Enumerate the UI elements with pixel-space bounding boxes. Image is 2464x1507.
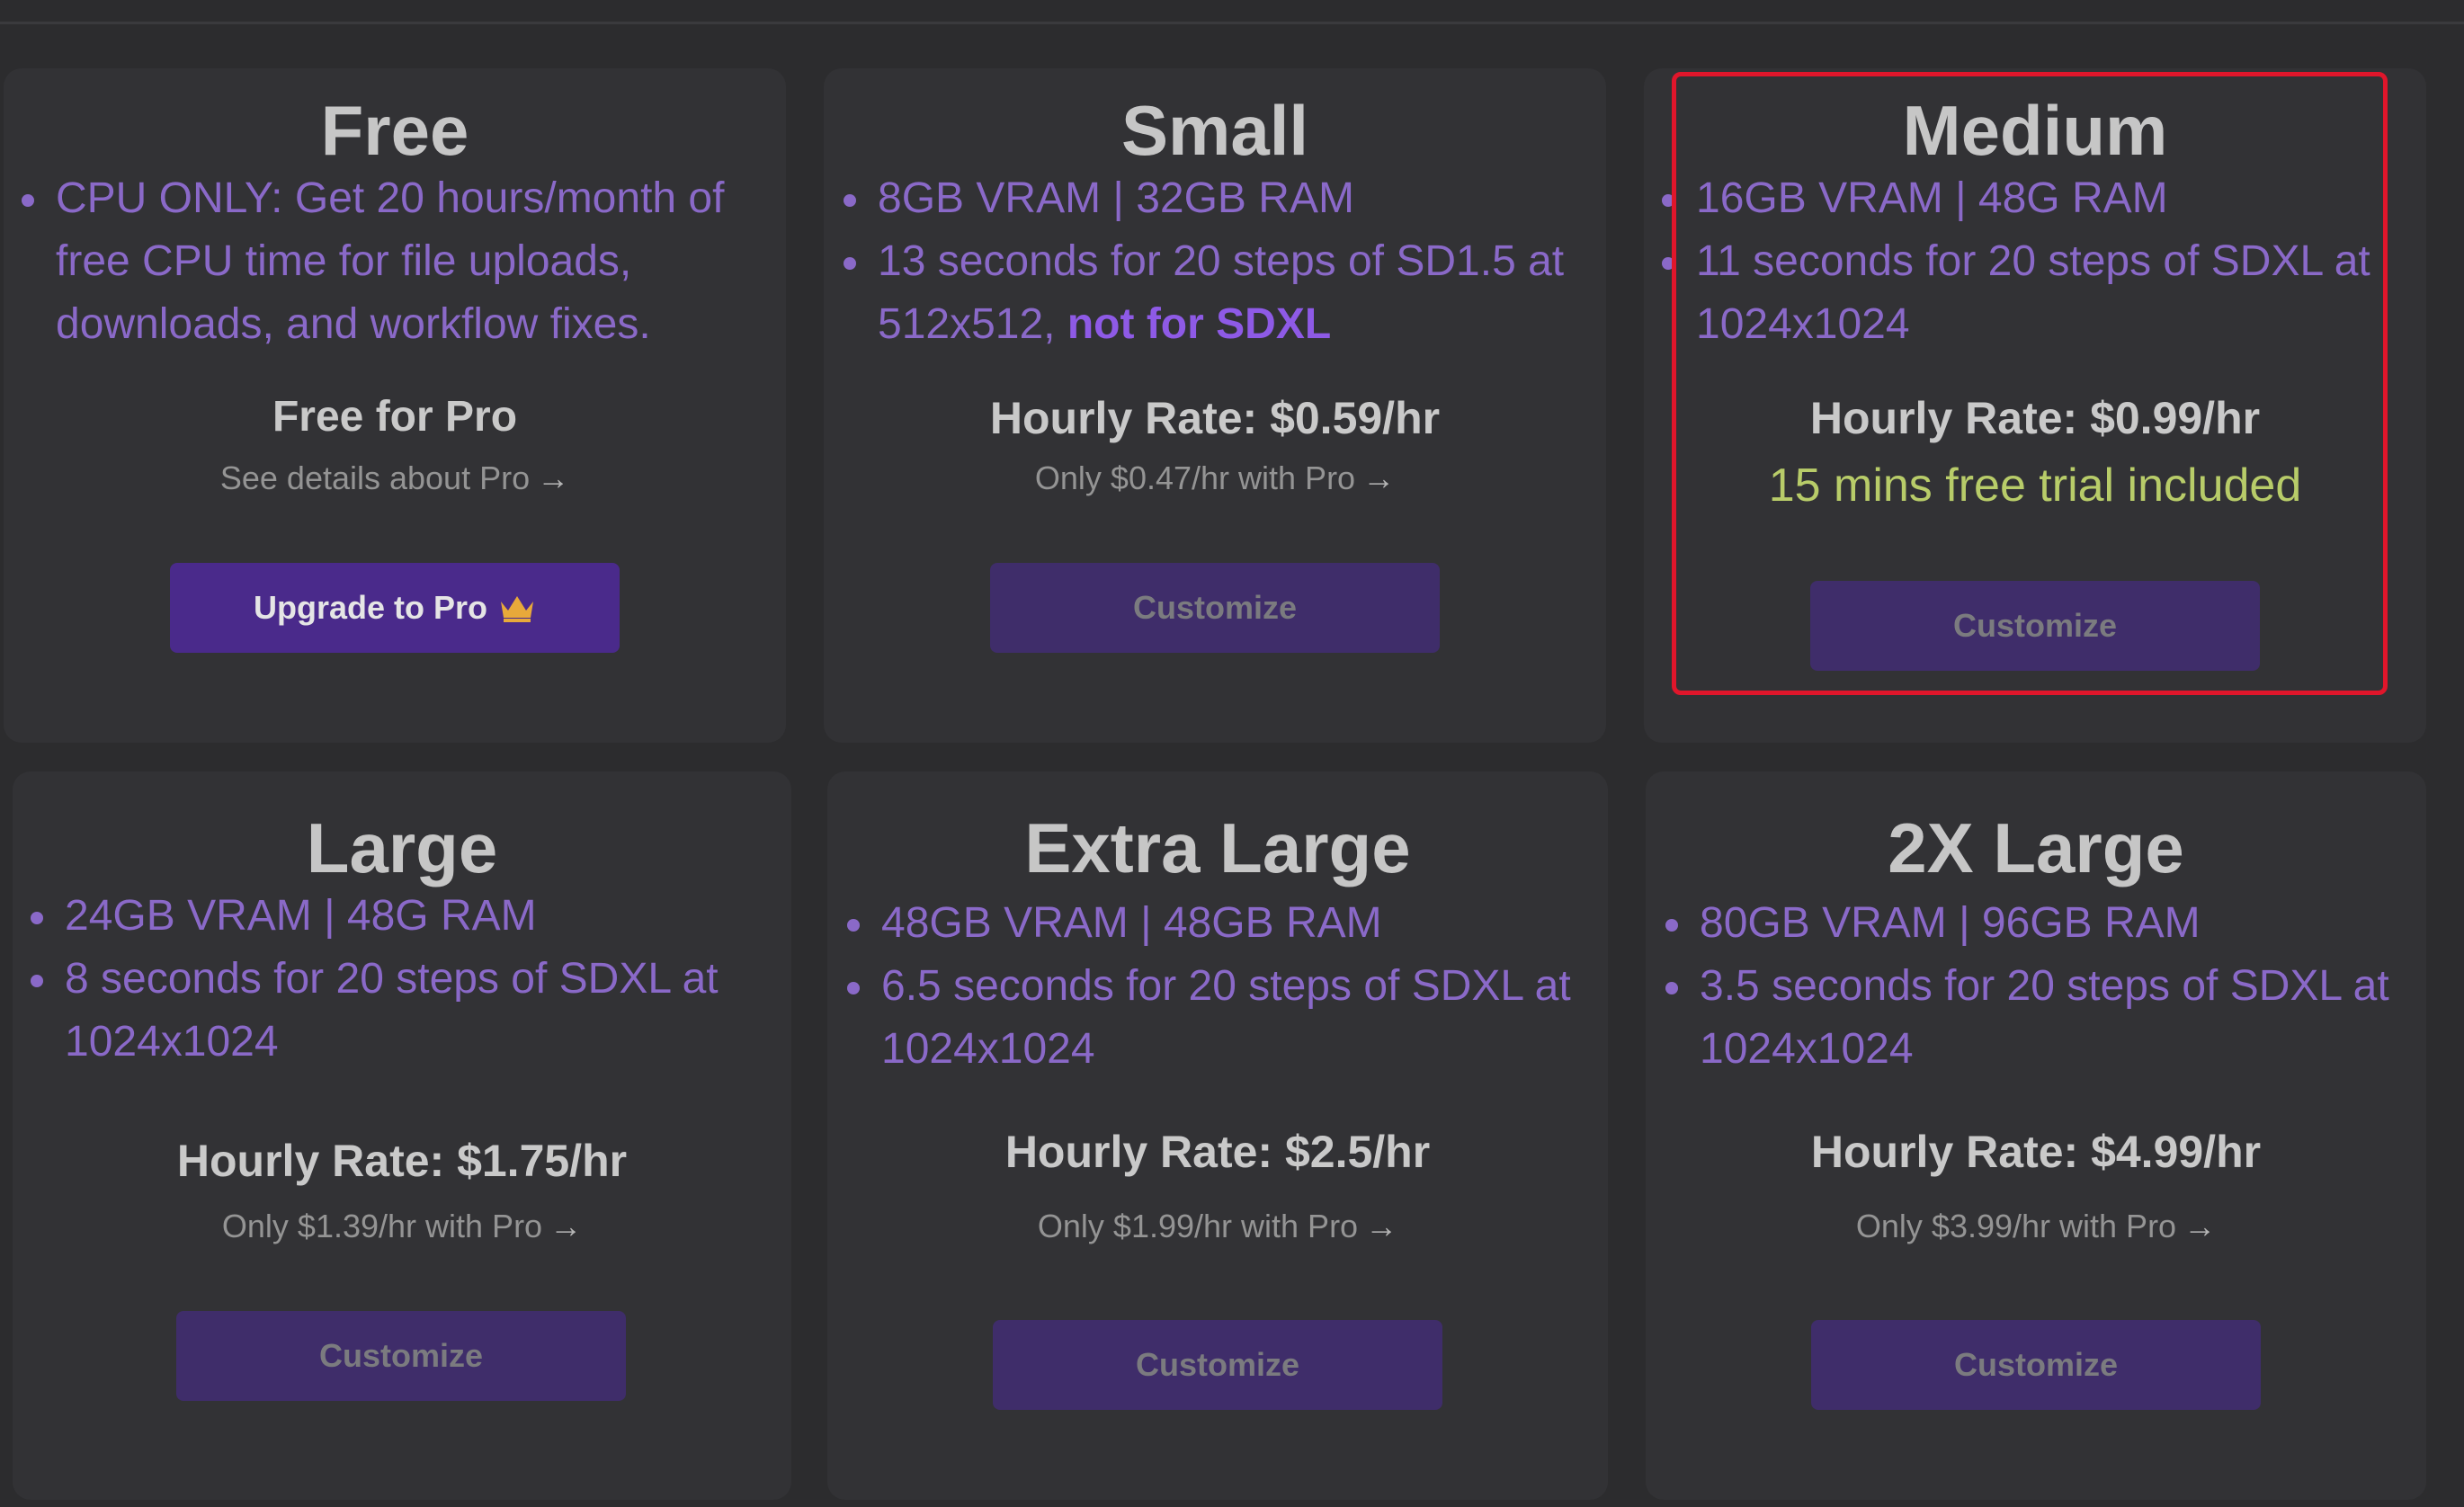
plan-features: 24GB VRAM | 48G RAM 8 seconds for 20 ste… xyxy=(31,885,786,1074)
customize-button[interactable]: Customize xyxy=(993,1320,1442,1410)
selection-highlight xyxy=(1672,72,2388,695)
pro-price-link[interactable]: Only $1.99/hr with Pro → xyxy=(827,1210,1608,1243)
plan-card-extra-large: Extra Large 48GB VRAM | 48GB RAM 6.5 sec… xyxy=(827,771,1608,1500)
feature-item: 80GB VRAM | 96GB RAM xyxy=(1665,892,2421,955)
arrow-right-icon: → xyxy=(537,459,570,496)
plan-title: Small xyxy=(1120,91,1309,170)
plan-rate: Hourly Rate: $4.99/hr xyxy=(1810,1127,2262,1177)
plan-title: Free xyxy=(320,91,469,170)
customize-button[interactable]: Customize xyxy=(176,1311,626,1401)
arrow-right-icon: → xyxy=(2183,1208,2217,1244)
upgrade-to-pro-button[interactable]: Upgrade to Pro xyxy=(170,563,620,653)
feature-item: 13 seconds for 20 steps of SD1.5 at 512x… xyxy=(844,230,1599,356)
plan-features: 80GB VRAM | 96GB RAM 3.5 seconds for 20 … xyxy=(1665,892,2421,1081)
feature-item: 48GB VRAM | 48GB RAM xyxy=(847,892,1602,955)
feature-item: 6.5 seconds for 20 steps of SDXL at 1024… xyxy=(847,955,1602,1081)
arrow-right-icon: → xyxy=(549,1208,583,1244)
pro-price-link[interactable]: Only $0.47/hr with Pro → xyxy=(824,462,1606,495)
plan-rate: Hourly Rate: $2.5/hr xyxy=(1004,1127,1431,1177)
plan-features: CPU ONLY: Get 20 hours/month of free CPU… xyxy=(22,167,777,356)
plan-rate: Hourly Rate: $1.75/hr xyxy=(176,1136,628,1186)
customize-button[interactable]: Customize xyxy=(1811,1320,2261,1410)
crown-icon xyxy=(501,596,533,622)
plan-features: 48GB VRAM | 48GB RAM 6.5 seconds for 20 … xyxy=(847,892,1602,1081)
plan-card-large: Large 24GB VRAM | 48G RAM 8 seconds for … xyxy=(13,771,791,1500)
feature-item: 8GB VRAM | 32GB RAM xyxy=(844,167,1599,230)
plan-card-small: Small 8GB VRAM | 32GB RAM 13 seconds for… xyxy=(824,68,1606,743)
feature-item: 3.5 seconds for 20 steps of SDXL at 1024… xyxy=(1665,955,2421,1081)
pro-price-link[interactable]: Only $3.99/hr with Pro → xyxy=(1646,1210,2426,1243)
plan-rate: Hourly Rate: $0.59/hr xyxy=(989,393,1441,443)
customize-button[interactable]: Customize xyxy=(990,563,1440,653)
plan-rate: Free for Pro xyxy=(272,393,518,441)
plan-features: 8GB VRAM | 32GB RAM 13 seconds for 20 st… xyxy=(844,167,1599,356)
top-divider xyxy=(0,22,2464,24)
plan-title: Large xyxy=(306,808,498,887)
feature-item: 24GB VRAM | 48G RAM xyxy=(31,885,786,948)
customize-button-label: Customize xyxy=(318,1337,484,1374)
plan-card-2x-large: 2X Large 80GB VRAM | 96GB RAM 3.5 second… xyxy=(1646,771,2426,1500)
plan-card-free: Free CPU ONLY: Get 20 hours/month of fre… xyxy=(4,68,786,743)
arrow-right-icon: → xyxy=(1365,1208,1398,1244)
arrow-right-icon: → xyxy=(1362,459,1396,496)
upgrade-button-label: Upgrade to Pro xyxy=(253,589,487,626)
pro-price-label: Only $1.99/hr with Pro xyxy=(1037,1208,1359,1244)
customize-button-label: Customize xyxy=(1953,1346,2119,1383)
feature-item: 8 seconds for 20 steps of SDXL at 1024x1… xyxy=(31,948,786,1074)
pro-details-link[interactable]: See details about Pro → xyxy=(4,462,786,495)
pro-price-label: Only $0.47/hr with Pro xyxy=(1034,459,1356,496)
plan-title: Extra Large xyxy=(1024,808,1411,887)
customize-button-label: Customize xyxy=(1135,1346,1300,1383)
feature-item: CPU ONLY: Get 20 hours/month of free CPU… xyxy=(22,167,777,356)
feature-emphasis: not for SDXL xyxy=(1067,300,1332,348)
pro-details-label: See details about Pro xyxy=(219,459,531,496)
pro-price-label: Only $3.99/hr with Pro xyxy=(1855,1208,2177,1244)
plan-title: 2X Large xyxy=(1888,808,2184,887)
customize-button-label: Customize xyxy=(1132,589,1298,626)
pro-price-link[interactable]: Only $1.39/hr with Pro → xyxy=(13,1210,791,1243)
pro-price-label: Only $1.39/hr with Pro xyxy=(221,1208,543,1244)
